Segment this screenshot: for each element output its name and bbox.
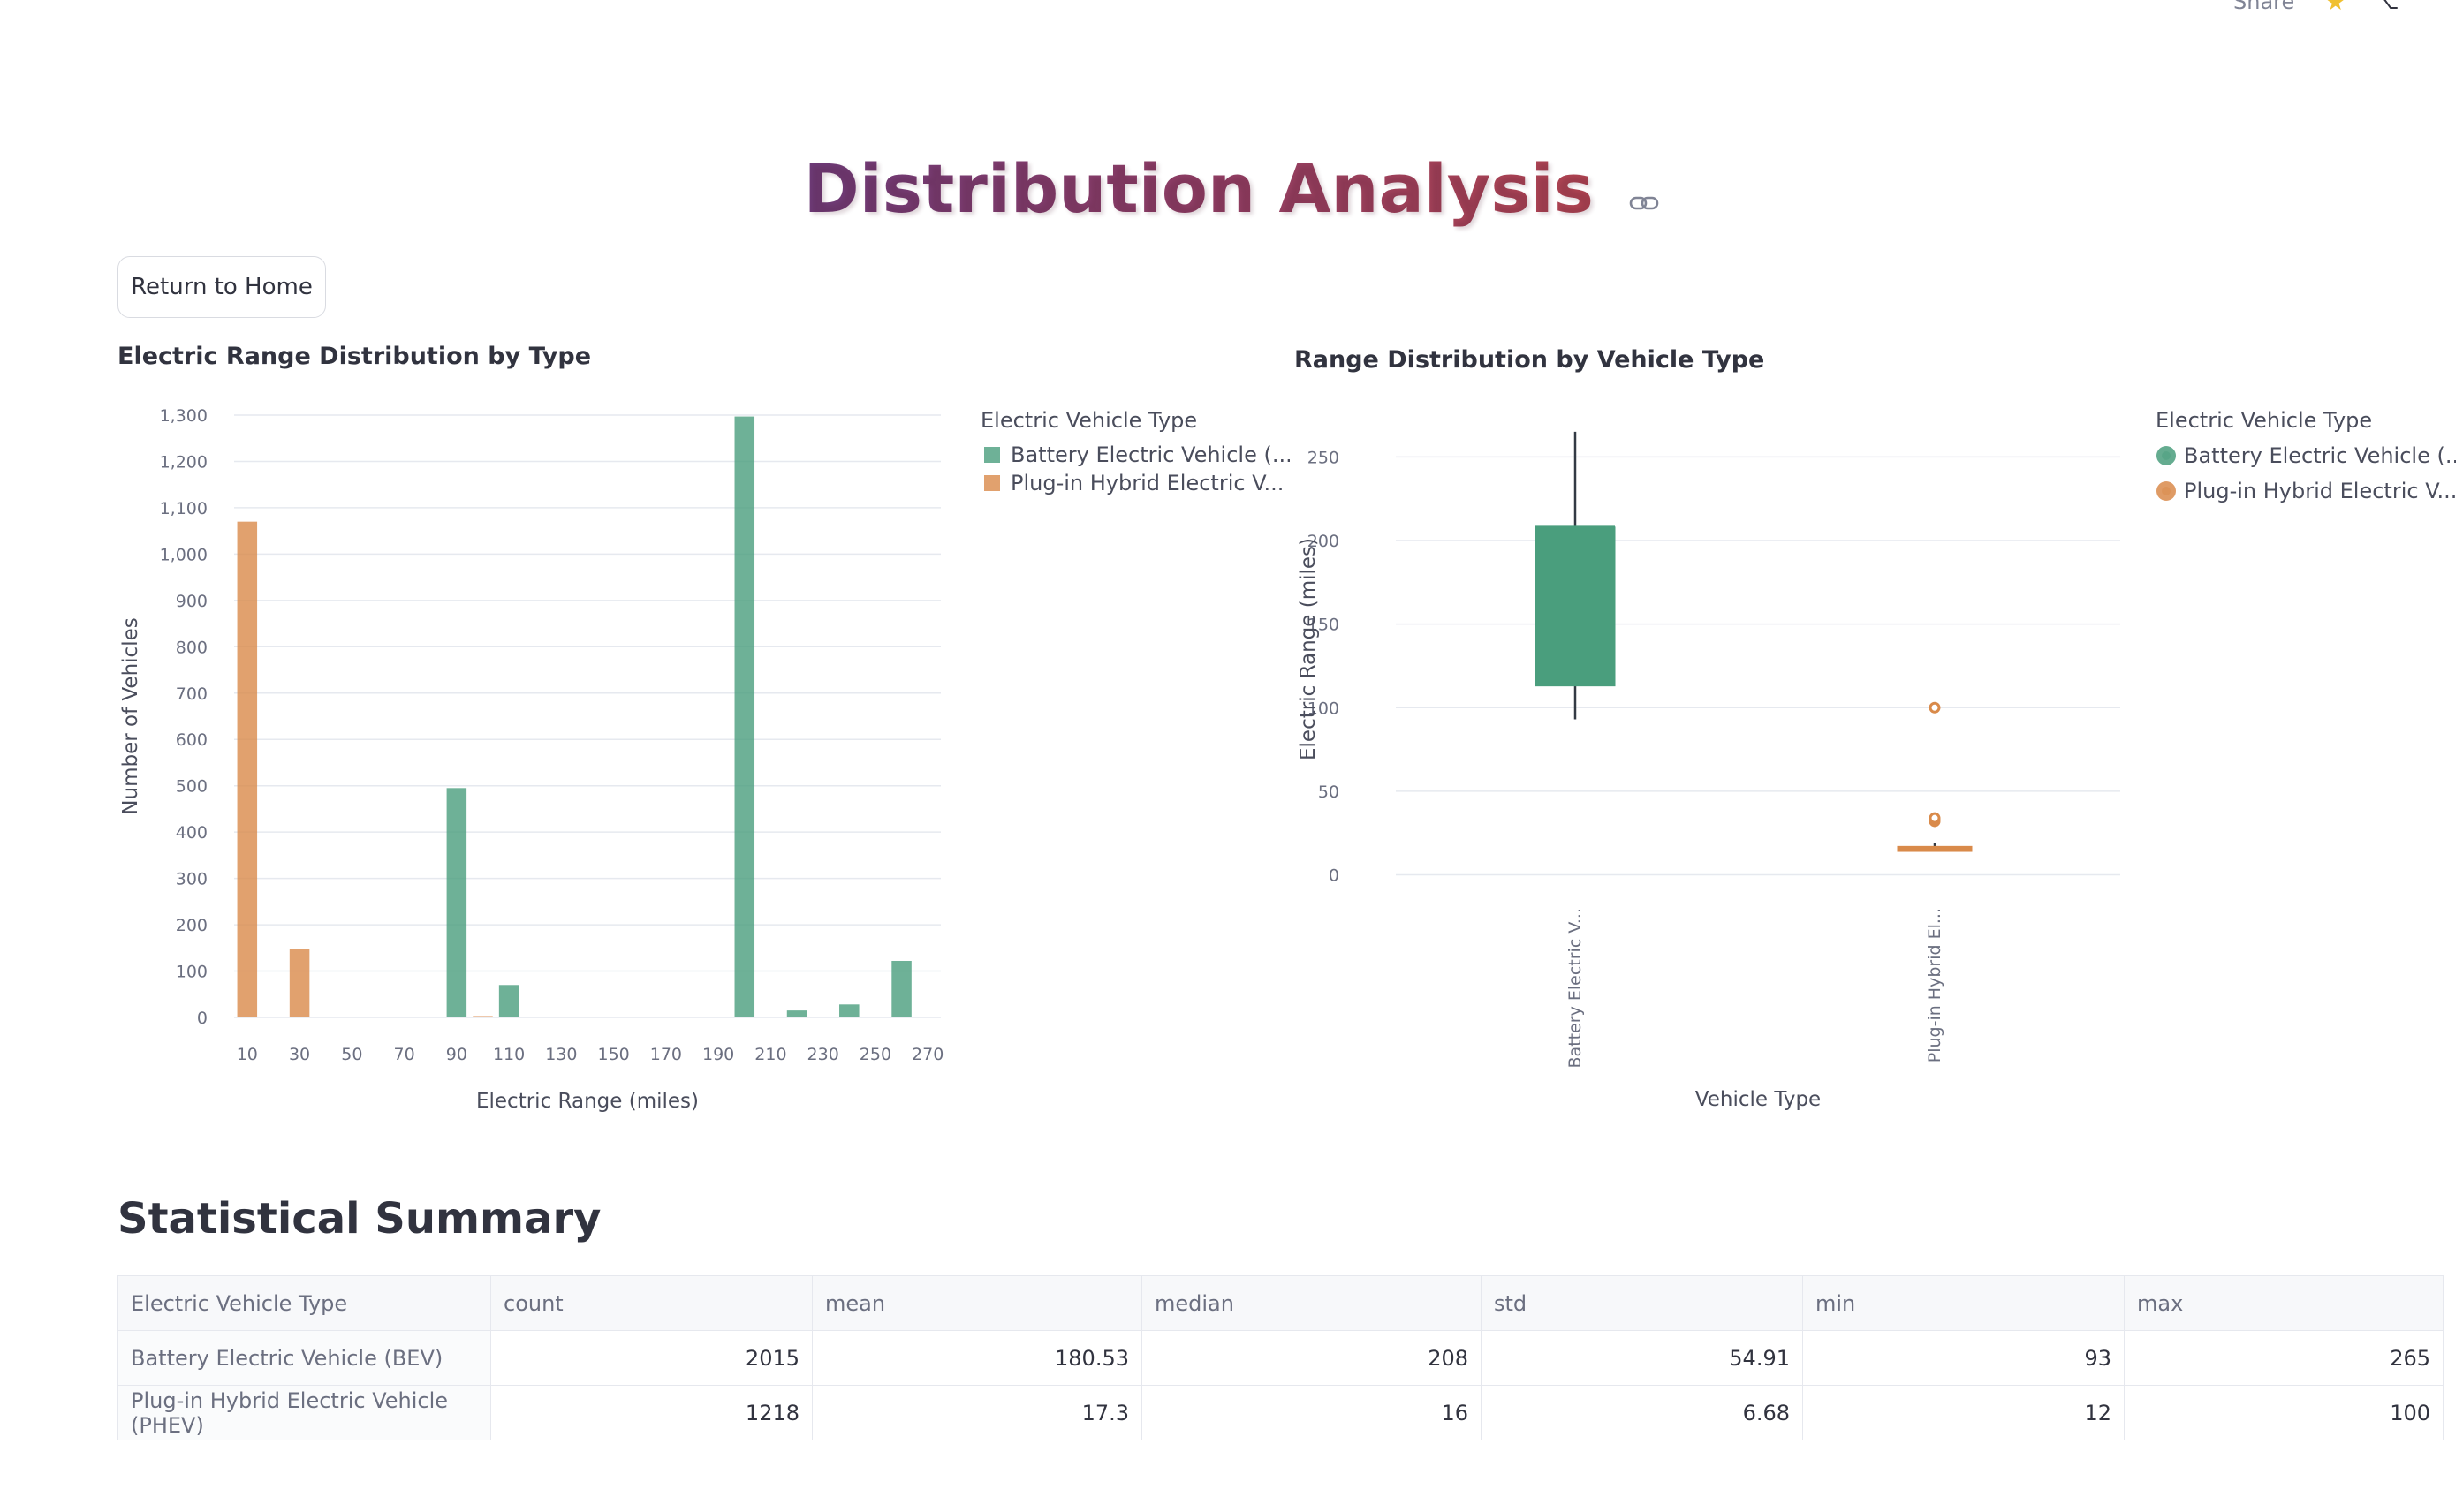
table-cell: 265 bbox=[2124, 1330, 2444, 1386]
column-header[interactable]: max bbox=[2124, 1275, 2444, 1331]
table-cell: 180.53 bbox=[812, 1330, 1142, 1386]
x-axis-label: Vehicle Type bbox=[1695, 1088, 1821, 1111]
legend-swatch bbox=[984, 475, 1000, 491]
histogram-bar bbox=[839, 1004, 860, 1017]
share-button[interactable]: Share bbox=[2233, 0, 2294, 14]
legend-swatch-inner bbox=[2162, 487, 2171, 495]
x-tick-label: 30 bbox=[289, 1045, 310, 1064]
histogram-bar bbox=[891, 960, 912, 1017]
app-toolbar: Share ★ ⌥ bbox=[2233, 0, 2463, 16]
legend-title: Electric Vehicle Type bbox=[981, 408, 1197, 433]
column-header[interactable]: std bbox=[1481, 1275, 1803, 1331]
legend-label: Plug-in Hybrid Electric V... bbox=[1011, 471, 1284, 495]
x-tick-label: 270 bbox=[912, 1045, 944, 1064]
table-row: Battery Electric Vehicle (BEV) 2015 180.… bbox=[117, 1330, 2444, 1386]
column-header[interactable]: Electric Vehicle Type bbox=[117, 1275, 491, 1331]
y-tick-label: 900 bbox=[176, 592, 208, 611]
column-header[interactable]: min bbox=[1802, 1275, 2125, 1331]
y-tick-label: 200 bbox=[176, 916, 208, 935]
table-cell: 100 bbox=[2124, 1385, 2444, 1440]
statistical-summary-title: Statistical Summary bbox=[117, 1194, 602, 1244]
table-cell: 16 bbox=[1141, 1385, 1482, 1440]
star-icon[interactable]: ★ bbox=[2325, 0, 2346, 16]
y-axis-label: Number of Vehicles bbox=[119, 617, 142, 814]
row-header: Battery Electric Vehicle (BEV) bbox=[117, 1330, 491, 1386]
x-tick-label: 230 bbox=[807, 1045, 839, 1064]
x-tick-label: 130 bbox=[545, 1045, 577, 1064]
x-tick-label: 250 bbox=[860, 1045, 891, 1064]
boxplot-title: Range Distribution by Vehicle Type bbox=[1294, 346, 1765, 374]
page-title-container: Distribution Analysis bbox=[0, 141, 2463, 238]
box-outlier bbox=[1929, 812, 1941, 824]
x-axis-label: Electric Range (miles) bbox=[476, 1090, 699, 1113]
table-cell: 2015 bbox=[490, 1330, 813, 1386]
range-histogram-chart: 0 100 200 300 400 500 600 700 800 900 1,000 1,100 1,… bbox=[119, 406, 1290, 1113]
x-tick-label: 150 bbox=[597, 1045, 629, 1064]
x-tick-label: Plug-in Hybrid El... bbox=[1925, 908, 1944, 1062]
x-tick-label: 190 bbox=[702, 1045, 734, 1064]
histogram-bar bbox=[786, 1010, 807, 1017]
statistical-summary-table: Electric Vehicle Type count mean median … bbox=[117, 1275, 2444, 1440]
range-boxplot-chart: 050100150200250Battery Electric V... Plug… bbox=[1297, 408, 2456, 1111]
column-header[interactable]: mean bbox=[812, 1275, 1142, 1331]
histogram-title: Electric Range Distribution by Type bbox=[117, 343, 592, 370]
histogram-bar bbox=[498, 985, 519, 1017]
y-tick-label: 1,300 bbox=[160, 406, 208, 426]
y-tick-label: 0 bbox=[1329, 866, 1339, 886]
histogram-bar bbox=[446, 788, 467, 1017]
box-outlier bbox=[1929, 701, 1941, 714]
y-tick-label: 250 bbox=[1307, 448, 1339, 467]
legend-label: Plug-in Hybrid Electric V... bbox=[2184, 479, 2456, 503]
github-icon[interactable]: ⌥ bbox=[2375, 0, 2399, 14]
histogram-bar bbox=[289, 949, 310, 1017]
y-tick-label: 1,000 bbox=[160, 545, 208, 564]
x-tick-label: 110 bbox=[493, 1045, 525, 1064]
x-tick-label: Battery Electric V... bbox=[1565, 908, 1585, 1068]
legend-swatch-inner bbox=[2162, 451, 2171, 460]
column-header[interactable]: median bbox=[1141, 1275, 1482, 1331]
table-cell: 17.3 bbox=[812, 1385, 1142, 1440]
y-tick-label: 300 bbox=[176, 870, 208, 889]
y-tick-label: 700 bbox=[176, 684, 208, 704]
table-header-row: Electric Vehicle Type count mean median … bbox=[117, 1275, 2444, 1331]
x-tick-label: 70 bbox=[393, 1045, 414, 1064]
y-axis-label: Electric Range (miles) bbox=[1297, 538, 1320, 760]
box-iqr bbox=[1535, 526, 1616, 687]
x-tick-label: 210 bbox=[754, 1045, 786, 1064]
table-cell: 208 bbox=[1141, 1330, 1482, 1386]
table-cell: 1218 bbox=[490, 1385, 813, 1440]
x-tick-label: 90 bbox=[446, 1045, 467, 1064]
y-tick-label: 50 bbox=[1318, 782, 1339, 802]
return-home-button[interactable]: Return to Home bbox=[117, 256, 326, 318]
table-row: Plug-in Hybrid Electric Vehicle (PHEV) 1… bbox=[117, 1385, 2444, 1440]
table-cell: 54.91 bbox=[1481, 1330, 1803, 1386]
x-tick-label: 50 bbox=[341, 1045, 362, 1064]
table-cell: 12 bbox=[1802, 1385, 2125, 1440]
y-tick-label: 400 bbox=[176, 823, 208, 843]
x-tick-label: 170 bbox=[650, 1045, 682, 1064]
histogram-bar bbox=[473, 1016, 493, 1017]
page-title: Distribution Analysis bbox=[804, 141, 1594, 237]
row-header: Plug-in Hybrid Electric Vehicle (PHEV) bbox=[117, 1385, 491, 1440]
legend-label: Battery Electric Vehicle (... bbox=[1011, 442, 1290, 467]
y-tick-label: 500 bbox=[176, 777, 208, 797]
legend-title: Electric Vehicle Type bbox=[2156, 408, 2372, 433]
table-cell: 6.68 bbox=[1481, 1385, 1803, 1440]
x-tick-label: 10 bbox=[237, 1045, 258, 1064]
y-tick-label: 0 bbox=[197, 1009, 208, 1028]
column-header[interactable]: count bbox=[490, 1275, 813, 1331]
y-tick-label: 1,200 bbox=[160, 452, 208, 472]
histogram-bar bbox=[734, 416, 755, 1017]
legend-swatch bbox=[984, 447, 1000, 463]
y-tick-label: 800 bbox=[176, 638, 208, 657]
y-tick-label: 1,100 bbox=[160, 499, 208, 518]
table-cell: 93 bbox=[1802, 1330, 2125, 1386]
link-icon[interactable] bbox=[1629, 142, 1659, 238]
y-tick-label: 600 bbox=[176, 730, 208, 750]
histogram-bar bbox=[237, 521, 258, 1017]
y-tick-label: 100 bbox=[176, 963, 208, 982]
legend-label: Battery Electric Vehicle (... bbox=[2184, 443, 2456, 468]
